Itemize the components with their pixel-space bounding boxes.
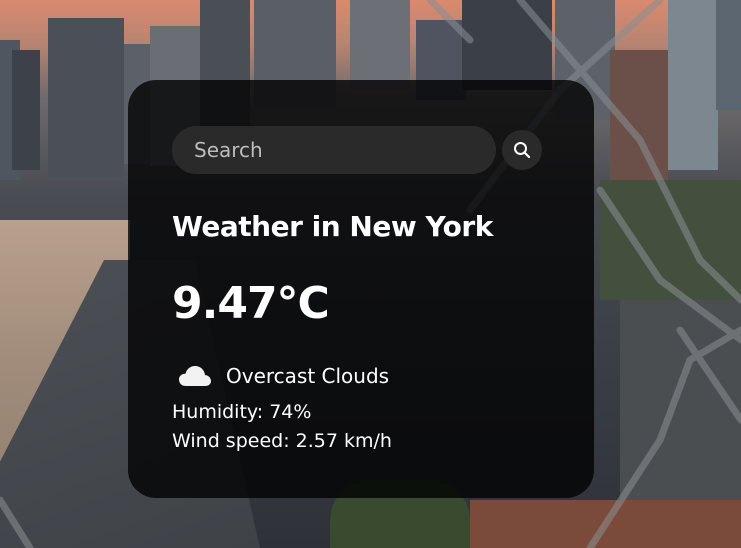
- wind-speed-text: Wind speed: 2.57 km/h: [172, 430, 392, 452]
- city-title: Weather in New York: [172, 210, 493, 243]
- humidity-text: Humidity: 74%: [172, 401, 312, 423]
- weather-description: Overcast Clouds: [226, 364, 390, 388]
- condition-row: Overcast Clouds: [178, 364, 389, 388]
- search-input[interactable]: [172, 126, 496, 174]
- search-bar: [172, 126, 542, 174]
- weather-card: Weather in New York 9.47°C Overcast Clou…: [128, 80, 594, 498]
- cloud-icon: [179, 366, 211, 386]
- search-icon: [514, 142, 531, 159]
- temperature: 9.47°C: [172, 278, 330, 329]
- search-button[interactable]: [502, 130, 542, 170]
